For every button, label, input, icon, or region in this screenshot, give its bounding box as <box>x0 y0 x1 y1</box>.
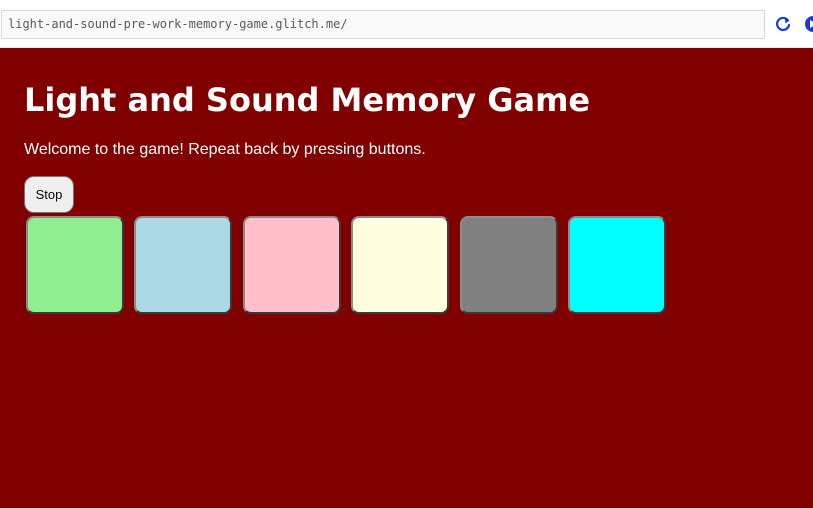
game-button-3[interactable] <box>243 216 341 314</box>
game-button-4[interactable] <box>351 216 449 314</box>
extension-icon[interactable] <box>803 14 813 34</box>
stop-button[interactable]: Stop <box>24 176 74 213</box>
game-button-2[interactable] <box>134 216 232 314</box>
welcome-text: Welcome to the game! Repeat back by pres… <box>24 141 426 158</box>
reload-icon[interactable] <box>773 14 793 34</box>
game-button-1[interactable] <box>26 216 124 314</box>
page-title: Light and Sound Memory Game <box>24 81 591 119</box>
address-bar[interactable]: light-and-sound-pre-work-memory-game.gli… <box>1 10 765 39</box>
browser-toolbar: light-and-sound-pre-work-memory-game.gli… <box>0 0 813 48</box>
game-button-5[interactable] <box>460 216 558 314</box>
game-button-6[interactable] <box>568 216 666 314</box>
game-page: Light and Sound Memory Game Welcome to t… <box>0 48 813 508</box>
